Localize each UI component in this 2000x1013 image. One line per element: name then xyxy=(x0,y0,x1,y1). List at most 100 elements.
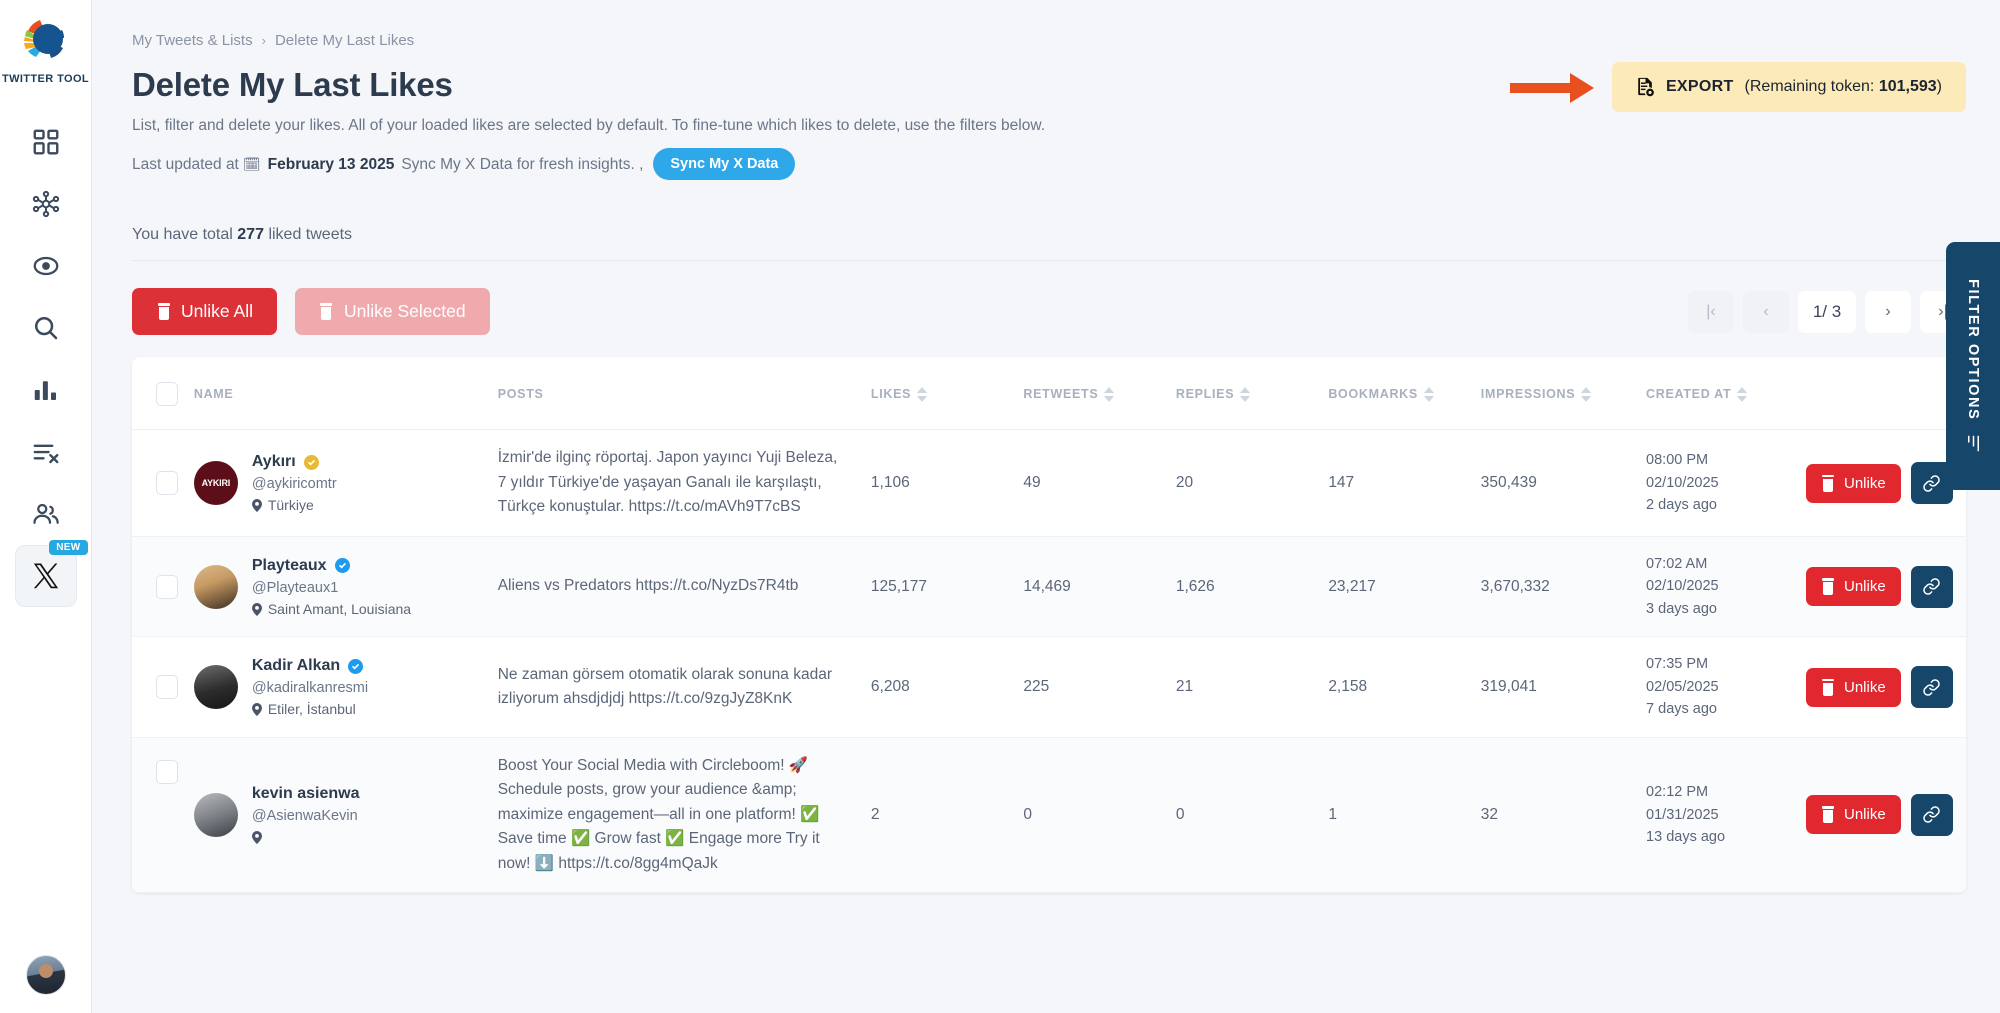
table-body: AYKIRI Aykırı @aykiricomtr Türkiye İzmir… xyxy=(132,429,1966,894)
header-bookmarks[interactable]: BOOKMARKS xyxy=(1328,357,1481,431)
row-actions: Unlike xyxy=(1805,536,1966,638)
row-unlike-button[interactable]: Unlike xyxy=(1805,463,1901,503)
row-unlike-button[interactable]: Unlike xyxy=(1805,667,1901,707)
arrow-right-indicator xyxy=(1509,72,1594,103)
user-location: Saint Amant, Louisiana xyxy=(267,600,412,617)
export-file-icon xyxy=(1638,77,1654,97)
sort-impressions-icon[interactable] xyxy=(1581,386,1592,402)
sidebar-item-x-platform[interactable]: NEW xyxy=(14,540,88,607)
row-relative: 13 days ago xyxy=(1646,829,1726,846)
sort-likes-icon[interactable] xyxy=(917,386,928,402)
row-checkbox[interactable] xyxy=(156,759,178,784)
sidebar-item-audience[interactable] xyxy=(15,483,77,545)
link-chain-icon xyxy=(1923,678,1940,696)
row-retweets: 0 xyxy=(1023,737,1176,894)
sort-bookmarks-icon[interactable] xyxy=(1423,386,1434,402)
pagination: |‹ ‹ 1/ 3 › ›| xyxy=(1688,290,1966,333)
sync-my-x-data-button[interactable]: Sync My X Data xyxy=(653,148,796,181)
row-date: 01/31/2025 xyxy=(1646,806,1719,823)
header-impressions-label: IMPRESSIONS xyxy=(1480,387,1576,402)
select-all-checkbox[interactable] xyxy=(156,382,178,407)
row-checkbox[interactable] xyxy=(156,574,178,599)
sort-created-at-icon[interactable] xyxy=(1737,386,1748,402)
row-unlike-button[interactable]: Unlike xyxy=(1805,795,1901,835)
header-posts: POSTS xyxy=(497,357,871,431)
breadcrumb-current: Delete My Last Likes xyxy=(274,32,415,49)
users-icon xyxy=(32,503,59,524)
row-date: 02/10/2025 xyxy=(1646,578,1719,595)
main-content: My Tweets & Lists › Delete My Last Likes… xyxy=(92,0,2000,1013)
pagination-first[interactable]: |‹ xyxy=(1688,290,1734,333)
likes-table-card: NAME POSTS LIKES RETWEETS REPLIES BOOKMA… xyxy=(132,357,1966,894)
export-button[interactable]: EXPORT (Remaining token: 101,593) xyxy=(1611,62,1966,112)
export-label: EXPORT xyxy=(1665,78,1734,95)
sidebar-nav: NEW xyxy=(14,111,88,607)
header-select-all xyxy=(132,357,194,431)
user-name: Kadir Alkan xyxy=(251,657,341,675)
row-impressions: 319,041 xyxy=(1480,636,1647,738)
user-avatar[interactable] xyxy=(25,955,66,995)
header-replies[interactable]: REPLIES xyxy=(1175,357,1329,431)
sidebar-item-analytics[interactable] xyxy=(15,359,77,421)
user-handle: @kadiralkanresmi xyxy=(251,680,369,697)
header-name-label: NAME xyxy=(193,387,234,402)
sort-retweets-icon[interactable] xyxy=(1104,386,1115,402)
user-handle: @Playteaux1 xyxy=(251,579,339,596)
row-link-button[interactable] xyxy=(1910,666,1953,709)
row-time: 07:02 AM xyxy=(1646,555,1708,572)
row-impressions: 3,670,332 xyxy=(1480,536,1647,638)
filter-options-tab[interactable]: FILTER OPTIONS xyxy=(1946,242,2000,490)
location-pin-icon xyxy=(251,499,262,513)
trash-icon xyxy=(1821,578,1836,596)
trash-icon xyxy=(319,303,334,321)
row-link-button[interactable] xyxy=(1910,565,1953,608)
row-user: Kadir Alkan @kadiralkanresmi Etiler, İst… xyxy=(193,636,498,738)
sidebar-item-search[interactable] xyxy=(15,297,77,359)
search-icon xyxy=(34,316,57,340)
row-unlike-button[interactable]: Unlike xyxy=(1805,567,1901,607)
pagination-current: 1/ 3 xyxy=(1798,290,1856,333)
row-replies: 21 xyxy=(1175,636,1329,738)
pagination-prev[interactable]: ‹ xyxy=(1743,290,1789,333)
sidebar-item-monitor[interactable] xyxy=(15,235,77,297)
header-likes[interactable]: LIKES xyxy=(870,357,1024,431)
row-checkbox[interactable] xyxy=(156,471,178,496)
unlike-selected-button[interactable]: Unlike Selected xyxy=(294,288,490,336)
trash-icon xyxy=(1821,474,1836,492)
pagination-next[interactable]: › xyxy=(1865,290,1911,333)
sidebar-item-dashboard[interactable] xyxy=(15,111,77,173)
row-retweets: 14,469 xyxy=(1023,536,1176,638)
table-row: Kadir Alkan @kadiralkanresmi Etiler, İst… xyxy=(132,636,1966,738)
unlike-all-button[interactable]: Unlike All xyxy=(132,288,277,336)
breadcrumb-parent[interactable]: My Tweets & Lists xyxy=(132,32,253,49)
sidebar-item-delete-posts[interactable] xyxy=(15,421,77,483)
header-retweets-label: RETWEETS xyxy=(1023,387,1099,402)
row-replies: 20 xyxy=(1175,429,1329,537)
row-likes: 2 xyxy=(870,737,1024,894)
header-impressions[interactable]: IMPRESSIONS xyxy=(1480,357,1647,431)
header-retweets[interactable]: RETWEETS xyxy=(1023,357,1176,431)
row-likes: 125,177 xyxy=(870,536,1024,638)
sort-replies-icon[interactable] xyxy=(1240,386,1251,402)
brand[interactable]: TWITTER TOOL xyxy=(2,14,89,85)
list-remove-icon xyxy=(33,444,58,464)
row-post: Boost Your Social Media with Circleboom!… xyxy=(497,737,871,894)
verified-badge-icon xyxy=(348,658,364,674)
avatar xyxy=(193,792,238,837)
header-created-at[interactable]: CREATED AT xyxy=(1646,357,1806,431)
divider xyxy=(132,260,1966,262)
row-post: İzmir'de ilginç röportaj. Japon yayıncı … xyxy=(497,429,871,537)
header-posts-label: POSTS xyxy=(497,387,544,402)
row-user: Playteaux @Playteaux1 Saint Amant, Louis… xyxy=(193,536,498,638)
row-actions: Unlike xyxy=(1805,636,1966,738)
row-user: AYKIRI Aykırı @aykiricomtr Türkiye xyxy=(193,429,498,537)
row-checkbox[interactable] xyxy=(156,675,178,700)
table-row: AYKIRI Aykırı @aykiricomtr Türkiye İzmir… xyxy=(132,429,1966,537)
sidebar-item-network[interactable] xyxy=(15,173,77,235)
table-row: kevin asienwa @AsienwaKevin Boost Your S… xyxy=(132,737,1966,894)
header-actions xyxy=(1805,357,1966,431)
sync-hint: Sync My X Data for fresh insights. , xyxy=(401,155,644,173)
row-link-button[interactable] xyxy=(1910,793,1953,836)
location-pin-icon xyxy=(251,831,262,845)
summary-prefix: You have total xyxy=(132,226,233,244)
